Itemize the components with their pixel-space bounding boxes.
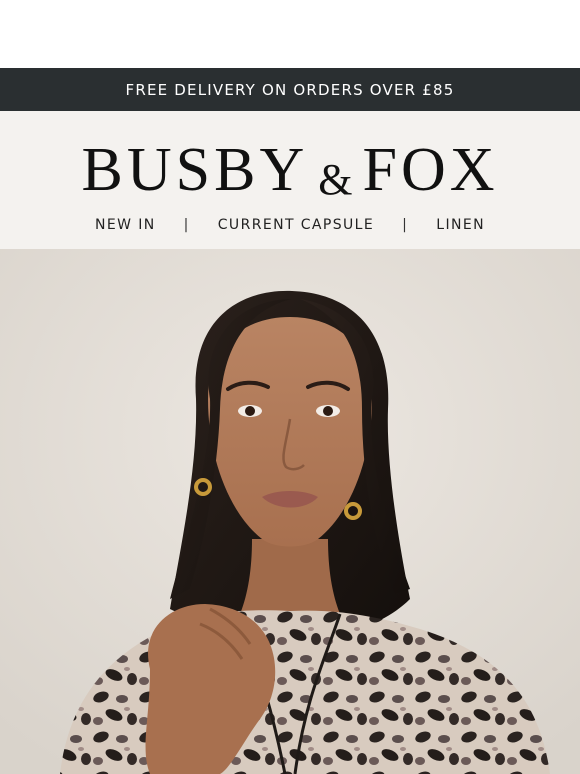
brand-logo[interactable]: BUSBY & FOX xyxy=(0,136,580,204)
promo-text: FREE DELIVERY ON ORDERS OVER £85 xyxy=(125,80,455,99)
main-nav: NEW IN | CURRENT CAPSULE | LINEN xyxy=(0,217,580,233)
nav-item-current-capsule[interactable]: CURRENT CAPSULE xyxy=(218,217,374,233)
header: BUSBY & FOX NEW IN | CURRENT CAPSULE | LIN… xyxy=(0,111,580,249)
nav-separator: | xyxy=(402,217,409,233)
hero-image[interactable] xyxy=(0,249,580,774)
logo-word-left: BUSBY xyxy=(81,136,309,204)
promo-banner[interactable]: FREE DELIVERY ON ORDERS OVER £85 xyxy=(0,68,580,111)
logo-ampersand: & xyxy=(318,155,353,204)
top-spacer xyxy=(0,0,580,68)
email-page: FREE DELIVERY ON ORDERS OVER £85 BUSBY & F… xyxy=(0,0,580,774)
model-photo-icon xyxy=(0,249,580,774)
nav-separator: | xyxy=(183,217,190,233)
nav-item-linen[interactable]: LINEN xyxy=(436,217,485,233)
nav-item-new-in[interactable]: NEW IN xyxy=(95,217,156,233)
logo-word-right: FOX xyxy=(362,136,499,204)
